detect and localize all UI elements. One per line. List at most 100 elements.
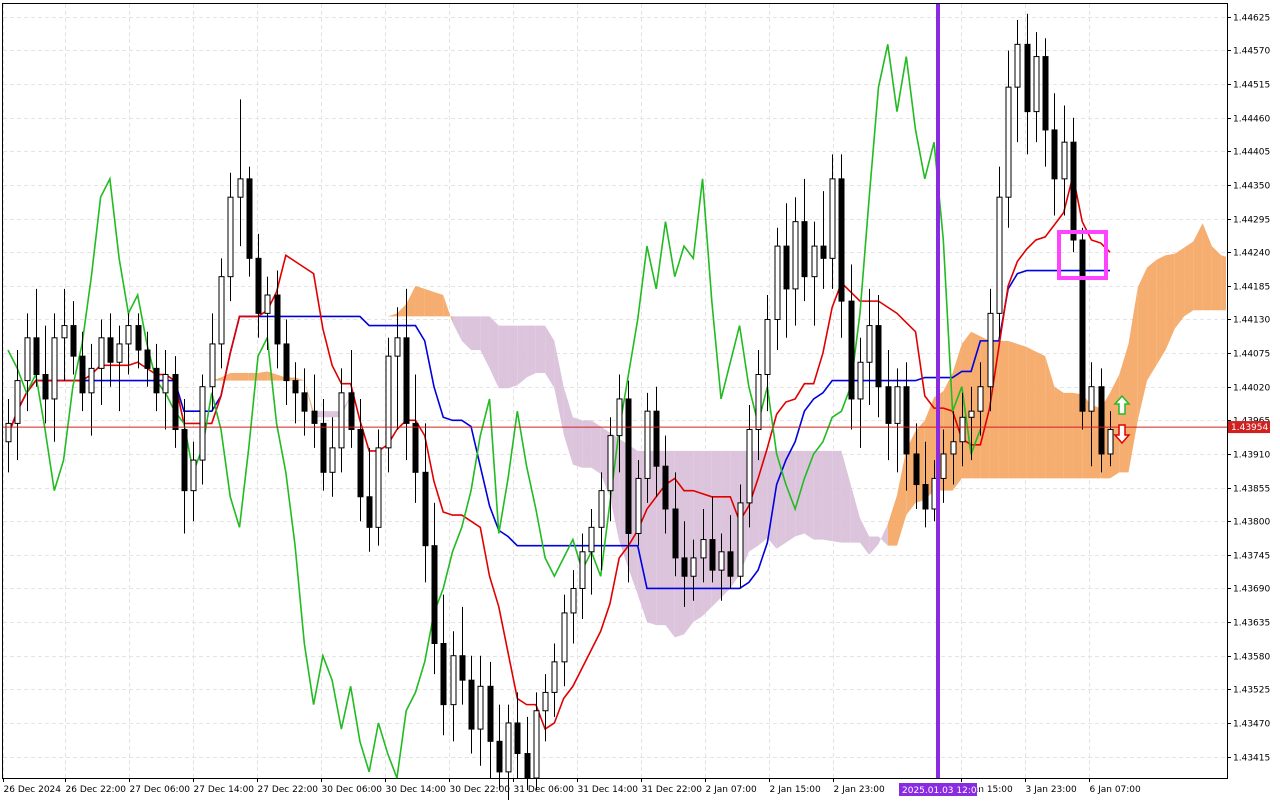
price-chart[interactable]: 1.44625 1.44570 1.44515 1.44460 1.44405 1.443… [0, 0, 1280, 803]
cloud-segment-bearish [832, 450, 842, 543]
candle-bull [162, 373, 169, 394]
time-tick-label: 31 Dec 06:00 [514, 785, 575, 795]
candle-bear [403, 337, 410, 424]
candle-bull [505, 722, 512, 773]
price-tick-label: 1.44240 [1233, 249, 1270, 259]
price-tick-label: 1.44350 [1233, 182, 1270, 192]
candle-bear [875, 325, 882, 388]
candle-bull [857, 361, 864, 400]
cloud-segment-bearish [471, 316, 481, 351]
cloud-segment-bullish [1054, 386, 1064, 479]
candle-bull [811, 245, 818, 278]
candle-bull [237, 178, 244, 198]
candle-bull [227, 196, 234, 278]
candle-bull [190, 459, 197, 492]
price-tick-label: 1.43855 [1233, 485, 1270, 495]
candle-bull [199, 386, 206, 461]
price-axis[interactable]: 1.44625 1.44570 1.44515 1.44460 1.44405 1.443… [1227, 14, 1270, 764]
candle-bear [348, 392, 355, 431]
candle-bear [70, 325, 77, 357]
candle-bear [1042, 56, 1049, 131]
cloud-segment-bullish [1035, 351, 1046, 479]
candle-bull [1033, 56, 1040, 113]
candle-bull [125, 325, 132, 345]
candle-bear [283, 343, 290, 382]
price-tick-label: 1.43910 [1233, 451, 1270, 461]
candle-bear [79, 355, 86, 394]
candle-bear [514, 722, 521, 755]
time-axis[interactable]: 26 Dec 2024 26 Dec 22:00 27 Dec 06:00 27 De… [3, 778, 1142, 796]
price-tick-label: 1.44130 [1233, 316, 1270, 326]
cloud-segment-bullish [415, 285, 425, 317]
candle-bear [431, 545, 438, 644]
candle-bull [579, 551, 586, 589]
candle-bear [838, 178, 845, 302]
time-tick-label: 31 Dec 14:00 [578, 785, 639, 795]
candle-bull [5, 422, 12, 443]
candle-bear [172, 373, 179, 431]
time-tick-label: 2 Jan 15:00 [770, 785, 822, 795]
cloud-segment-bullish [998, 340, 1009, 479]
candle-bull [329, 447, 336, 473]
chart-window[interactable]: 1.44625 1.44570 1.44515 1.44460 1.44405 1.443… [0, 0, 1280, 803]
price-tick-label: 1.44570 [1233, 47, 1270, 57]
cloud-segment-bearish [591, 420, 601, 474]
candle-bull [1061, 141, 1068, 180]
candle-bull [588, 526, 595, 553]
candle-bear [153, 367, 160, 394]
candle-bull [616, 398, 623, 437]
candle-bull [542, 691, 549, 712]
candle-bull [24, 337, 31, 382]
price-tick-label: 1.44020 [1233, 384, 1270, 394]
candle-bear [320, 422, 327, 473]
cloud-segment-bearish [508, 325, 518, 389]
cloud-segment-bullish [1026, 346, 1036, 479]
candle-bear [255, 257, 262, 314]
candle-bear [496, 740, 503, 773]
candle-bull [1014, 43, 1021, 88]
candle-bull [88, 367, 95, 394]
candle-bull [959, 416, 966, 443]
cloud-segment-bearish [684, 450, 694, 635]
candle-bear [1024, 43, 1031, 113]
price-tick-label: 1.43800 [1233, 518, 1270, 528]
cloud-segment-bullish [1147, 259, 1157, 381]
cloud-segment-bullish [1174, 247, 1185, 329]
time-tick-label: 6 Jan 07:00 [1090, 785, 1142, 795]
candle-bull [718, 551, 725, 571]
candle-bull [375, 447, 382, 528]
candle-bull [218, 276, 225, 345]
candle-bull [598, 490, 605, 528]
cloud-segment-bullish [1063, 392, 1073, 479]
candle-bear [181, 429, 188, 492]
candle-bull [792, 221, 799, 290]
time-tick-label: 27 Dec 22:00 [258, 785, 319, 795]
candle-bear [246, 178, 253, 259]
price-tick-label: 1.43690 [1233, 585, 1270, 595]
candle-bull [987, 312, 994, 388]
candle-bear [1098, 386, 1105, 455]
candle-bull [746, 429, 753, 504]
time-tick-label: 2 Jan 23:00 [834, 785, 886, 795]
candle-bull [51, 337, 58, 400]
candle-bear [922, 484, 929, 510]
candle-bear [1051, 129, 1058, 180]
candle-bull [1088, 386, 1095, 412]
candle-bull [635, 477, 642, 534]
candle-bull [450, 655, 457, 706]
candle-bull [561, 612, 568, 663]
candle-bear [487, 685, 494, 742]
price-tick-label: 1.44075 [1233, 350, 1270, 360]
candle-bull [338, 392, 345, 449]
candle-bear [662, 465, 669, 510]
candle-bull [551, 661, 558, 693]
price-tick-label: 1.44460 [1233, 115, 1270, 125]
candle-bull [764, 318, 771, 375]
candle-bull [61, 325, 68, 339]
cloud-segment-bearish [526, 325, 536, 378]
candle-bull [14, 380, 21, 424]
time-tick-label: 26 Dec 22:00 [66, 785, 127, 795]
candle-bear [459, 655, 466, 681]
time-tick-label: 27 Dec 14:00 [194, 785, 255, 795]
price-tick-label: 1.44295 [1233, 216, 1270, 226]
